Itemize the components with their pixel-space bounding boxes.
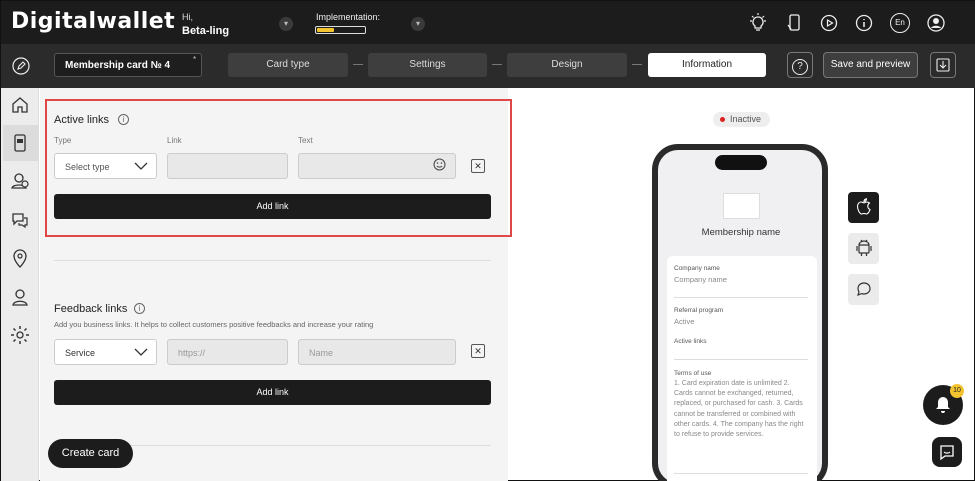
message-icon xyxy=(856,282,871,297)
preview-divider xyxy=(674,359,808,360)
step-design[interactable]: Design xyxy=(507,53,627,77)
user-name: Beta-ling xyxy=(182,25,230,37)
status-dot xyxy=(720,117,725,122)
apple-preview-button[interactable] xyxy=(848,192,879,223)
edit-icon[interactable] xyxy=(12,57,30,75)
apple-icon xyxy=(856,198,871,215)
terms-text: 1. Card expiration date is unlimited 2. … xyxy=(674,380,804,439)
create-card-button[interactable]: Create card xyxy=(48,439,133,468)
bell-icon xyxy=(936,397,950,413)
card-name-field[interactable]: Membership card № 4 xyxy=(54,53,202,77)
greeting: Hi, xyxy=(182,12,193,22)
implementation-label: Implementation: xyxy=(316,12,381,22)
implementation-progress-fill xyxy=(317,28,334,32)
feedback-type-value: Service xyxy=(65,348,96,358)
users-icon[interactable] xyxy=(9,170,31,192)
message-preview-button[interactable] xyxy=(848,274,879,305)
support-chat-button[interactable] xyxy=(932,437,962,467)
feedback-links-title: Feedback links xyxy=(54,303,128,315)
location-icon[interactable] xyxy=(9,247,31,269)
implementation-progress xyxy=(315,26,366,34)
step-divider xyxy=(353,64,363,65)
profile-icon[interactable] xyxy=(9,286,31,308)
step-information[interactable]: Information xyxy=(648,53,766,77)
chevron-down-icon xyxy=(134,348,148,356)
android-icon xyxy=(855,239,872,256)
chat-icon[interactable] xyxy=(9,209,31,231)
feedback-url-input[interactable]: https:// xyxy=(167,339,288,365)
home-icon[interactable] xyxy=(9,94,31,116)
feedback-links-info-icon[interactable]: i xyxy=(134,303,145,314)
download-icon xyxy=(936,58,950,72)
support-chat-icon xyxy=(940,445,954,461)
feedback-links-description: Add you business links. It helps to coll… xyxy=(54,320,374,329)
help-icon: ? xyxy=(792,59,808,75)
save-and-preview-button[interactable]: Save and preview xyxy=(823,52,918,78)
section-divider xyxy=(54,260,491,261)
step-divider xyxy=(492,64,502,65)
preview-divider xyxy=(674,473,808,474)
preview-divider xyxy=(674,297,808,298)
company-label: Company name xyxy=(674,265,720,272)
highlight-box xyxy=(45,99,512,237)
step-settings[interactable]: Settings xyxy=(368,53,487,77)
android-preview-button[interactable] xyxy=(848,233,879,264)
info-icon[interactable] xyxy=(854,13,874,33)
help-button[interactable]: ? xyxy=(787,52,813,78)
phone-notch xyxy=(715,155,767,170)
step-card-type[interactable]: Card type xyxy=(228,53,348,77)
add-feedback-link-button[interactable]: Add link xyxy=(54,380,491,405)
download-button[interactable] xyxy=(930,52,956,78)
referral-label: Referral program xyxy=(674,307,724,314)
card-thumbnail xyxy=(723,193,760,219)
referral-value: Active xyxy=(674,317,695,326)
card-icon[interactable] xyxy=(9,132,31,154)
preview-card-name: Membership name xyxy=(701,227,781,238)
play-icon[interactable] xyxy=(819,13,839,33)
required-marker: * xyxy=(193,55,197,64)
lightbulb-icon[interactable] xyxy=(748,13,768,33)
logo: Digitalwallet xyxy=(11,9,176,34)
terms-label: Terms of use xyxy=(674,370,712,377)
feedback-name-input[interactable]: Name xyxy=(298,339,456,365)
notification-count-badge: 10 xyxy=(950,384,964,398)
settings-icon[interactable] xyxy=(9,324,31,346)
remove-feedback-button[interactable]: ✕ xyxy=(471,344,485,358)
preview-details-card xyxy=(667,256,817,481)
step-divider xyxy=(632,64,642,65)
language-icon[interactable]: En xyxy=(890,13,910,33)
user-menu-chevron-icon[interactable]: ▾ xyxy=(279,17,293,31)
phone-icon[interactable] xyxy=(784,13,804,33)
active-links-preview-label: Active links xyxy=(674,338,707,345)
implementation-chevron-icon[interactable]: ▾ xyxy=(411,17,425,31)
company-value: Company name xyxy=(674,275,727,284)
avatar-icon[interactable] xyxy=(926,13,946,33)
